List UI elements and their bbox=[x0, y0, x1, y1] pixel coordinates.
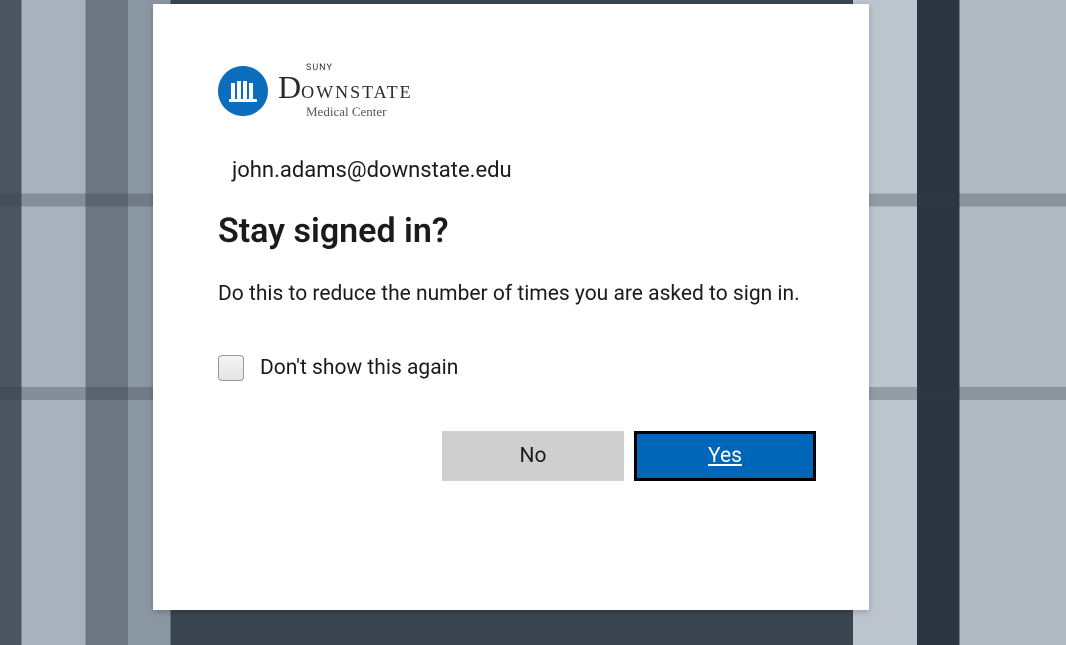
dont-show-again-checkbox[interactable] bbox=[218, 355, 244, 381]
no-button[interactable]: No bbox=[442, 431, 624, 481]
dont-show-again-row: Don't show this again bbox=[218, 355, 804, 381]
logo-main: DOWNSTATE bbox=[278, 71, 413, 103]
yes-button[interactable]: Yes bbox=[634, 431, 816, 481]
logo-medallion-icon bbox=[218, 66, 268, 116]
dont-show-again-label: Don't show this again bbox=[260, 356, 458, 380]
logo-sub: Medical Center bbox=[306, 105, 413, 118]
user-email: john.adams@downstate.edu bbox=[232, 158, 804, 183]
org-logo: SUNY DOWNSTATE Medical Center bbox=[218, 64, 804, 118]
button-row: No Yes bbox=[218, 431, 816, 481]
dialog-heading: Stay signed in? bbox=[218, 211, 804, 251]
signin-dialog: SUNY DOWNSTATE Medical Center john.adams… bbox=[153, 4, 869, 610]
logo-text: SUNY DOWNSTATE Medical Center bbox=[278, 64, 413, 118]
dialog-description: Do this to reduce the number of times yo… bbox=[218, 279, 804, 309]
